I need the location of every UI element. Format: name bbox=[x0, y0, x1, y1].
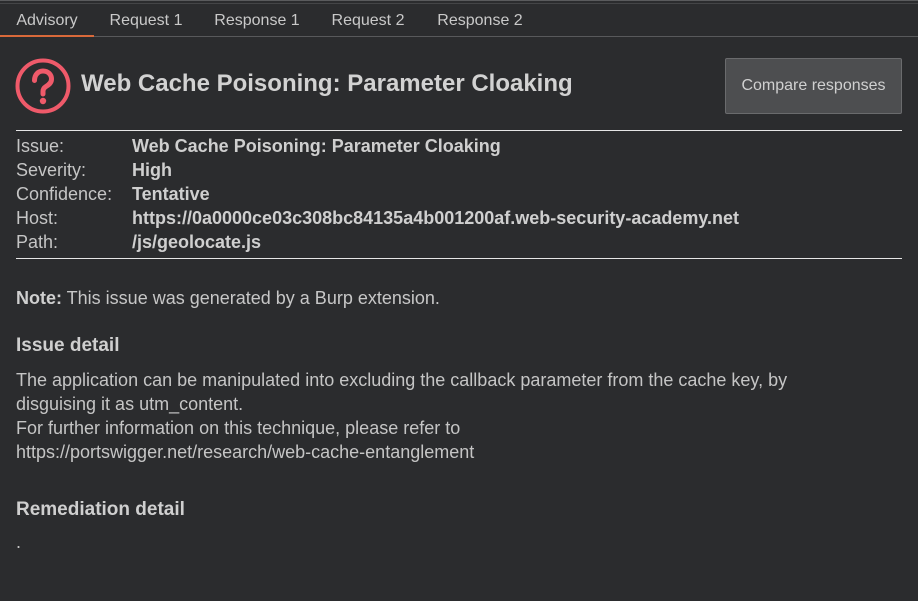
confidence-label: Confidence: bbox=[16, 184, 113, 204]
issue-detail-line: https://portswigger.net/research/web-cac… bbox=[16, 442, 475, 462]
issue-detail-line: For further information on this techniqu… bbox=[16, 418, 461, 438]
severity-label: Severity: bbox=[16, 160, 87, 180]
issue-title: Web Cache Poisoning: Parameter Cloaking bbox=[81, 70, 573, 97]
summary-top-divider bbox=[16, 130, 902, 131]
remediation-detail-text: . bbox=[16, 532, 22, 552]
tab-response-2[interactable]: Response 2 bbox=[420, 5, 540, 36]
confidence-value: Tentative bbox=[132, 184, 210, 204]
window-top-border bbox=[0, 0, 918, 4]
host-label: Host: bbox=[16, 208, 59, 228]
remediation-detail-heading: Remediation detail bbox=[16, 499, 185, 520]
summary-bottom-divider bbox=[16, 258, 902, 259]
path-label: Path: bbox=[16, 232, 59, 252]
issue-detail-line: disguising it as utm_content. bbox=[16, 394, 244, 414]
tab-request-2[interactable]: Request 2 bbox=[316, 5, 420, 36]
compare-responses-button[interactable]: Compare responses bbox=[725, 58, 902, 114]
note-text: This issue was generated by a Burp exten… bbox=[62, 288, 440, 308]
tab-bar: Advisory Request 1 Response 1 Request 2 … bbox=[0, 5, 918, 37]
issue-value: Web Cache Poisoning: Parameter Cloaking bbox=[132, 136, 501, 156]
tab-advisory[interactable]: Advisory bbox=[0, 5, 94, 37]
host-value: https://0a0000ce03c308bc84135a4b001200af… bbox=[132, 208, 740, 228]
note-paragraph: Note: This issue was generated by a Burp… bbox=[16, 288, 440, 309]
severity-value: High bbox=[132, 160, 172, 180]
tab-request-1[interactable]: Request 1 bbox=[94, 5, 198, 36]
tab-response-1[interactable]: Response 1 bbox=[198, 5, 316, 36]
issue-detail-heading: Issue detail bbox=[16, 335, 120, 356]
path-value: /js/geolocate.js bbox=[132, 232, 262, 252]
question-circle-icon bbox=[15, 58, 71, 114]
issue-label: Issue: bbox=[16, 136, 65, 156]
note-label: Note: bbox=[16, 288, 62, 308]
issue-detail-line: The application can be manipulated into … bbox=[16, 370, 788, 390]
